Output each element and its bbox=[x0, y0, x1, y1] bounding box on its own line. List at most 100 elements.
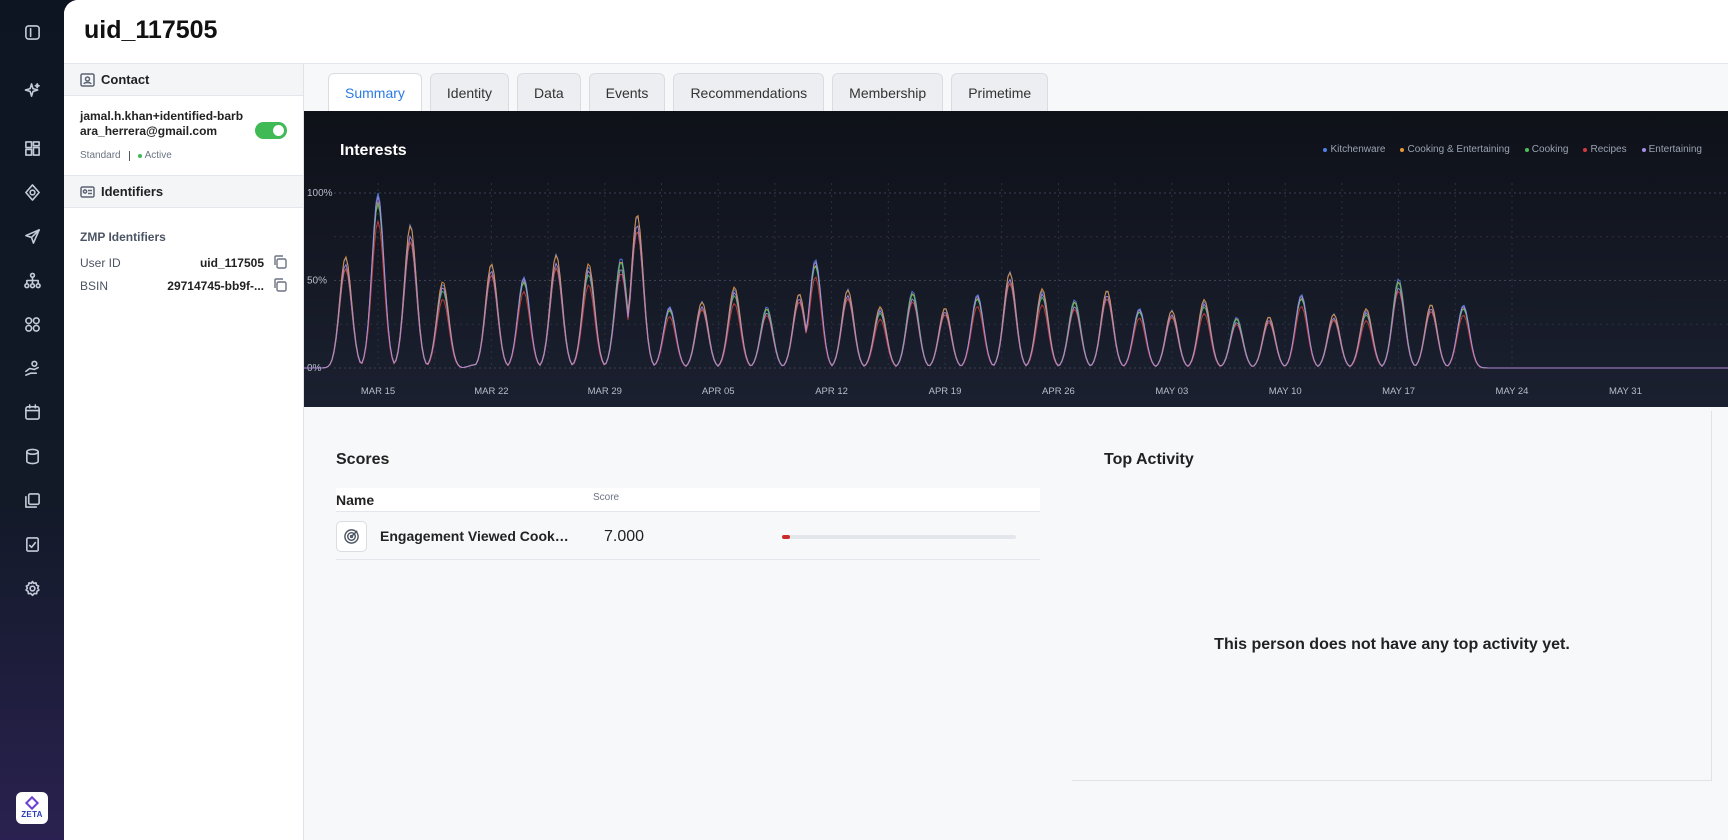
settings-icon[interactable] bbox=[20, 576, 44, 600]
x-tick-label: MAY 10 bbox=[1269, 386, 1302, 397]
contact-email: jamal.h.khan+identified-barbara_herrera@… bbox=[80, 109, 244, 138]
tab-recommendations[interactable]: Recommendations bbox=[673, 73, 825, 111]
tab-identity[interactable]: Identity bbox=[429, 73, 510, 111]
tab-events[interactable]: Events bbox=[588, 73, 666, 111]
calendar-icon[interactable] bbox=[20, 400, 44, 424]
contact-section-header: Contact bbox=[64, 64, 303, 96]
legend-label: Recipes bbox=[1590, 144, 1627, 155]
legend-item[interactable]: Kitchenware bbox=[1323, 144, 1385, 155]
contact-card: jamal.h.khan+identified-barbara_herrera@… bbox=[64, 96, 303, 176]
dashboard-icon[interactable] bbox=[20, 136, 44, 160]
legend-swatch bbox=[1583, 147, 1588, 152]
id-card-icon bbox=[80, 185, 95, 199]
identifiers-section-header: Identifiers bbox=[64, 176, 303, 208]
top-activity-empty-message: This person does not have any top activi… bbox=[1214, 636, 1570, 653]
logo-mark bbox=[24, 795, 40, 810]
page-header: uid_117505 bbox=[64, 0, 1728, 64]
chart-legend: Kitchenware Cooking & Entertaining Cooking… bbox=[1308, 144, 1702, 155]
series-line-entertaining bbox=[304, 196, 1728, 369]
contact-status: Active bbox=[144, 150, 172, 161]
table-row[interactable]: Engagement Viewed Cookwa... 7.000 bbox=[336, 512, 1040, 560]
x-tick-label: MAY 17 bbox=[1382, 386, 1415, 397]
legend-item[interactable]: Cooking bbox=[1524, 144, 1569, 155]
nav-rail: ZETA bbox=[0, 0, 64, 840]
profile-sidebar: Contact jamal.h.khan+identified-barbara_… bbox=[64, 64, 304, 840]
report-icon[interactable] bbox=[20, 532, 44, 556]
profile-tabs: Summary Identity Data Events Recommendat… bbox=[328, 73, 1056, 111]
x-tick-label: APR 05 bbox=[702, 386, 735, 397]
legend-swatch bbox=[1400, 147, 1405, 152]
target-score-icon bbox=[336, 521, 367, 552]
x-tick-label: MAY 03 bbox=[1155, 386, 1188, 397]
copy-icon[interactable] bbox=[272, 254, 288, 270]
audiences-icon[interactable] bbox=[20, 312, 44, 336]
contact-enabled-toggle[interactable] bbox=[255, 122, 287, 139]
tab-membership[interactable]: Membership bbox=[832, 73, 944, 111]
legend-label: Cooking & Entertaining bbox=[1407, 144, 1510, 155]
identifier-key: User ID bbox=[80, 256, 121, 270]
hierarchy-icon[interactable] bbox=[20, 268, 44, 292]
series-line-recipes bbox=[304, 220, 1728, 369]
series-line-cooking bbox=[304, 203, 1728, 369]
x-tick-label: MAY 24 bbox=[1496, 386, 1529, 397]
identifier-row-user-id: User ID uid_117505 bbox=[80, 254, 288, 272]
chart-grid bbox=[334, 183, 1728, 369]
hand-money-icon[interactable] bbox=[20, 356, 44, 380]
tab-data[interactable]: Data bbox=[517, 73, 581, 111]
x-tick-label: MAY 31 bbox=[1609, 386, 1642, 397]
series-line-cooking-entertaining bbox=[304, 201, 1728, 369]
scores-table-header: Name Score bbox=[336, 488, 1040, 512]
sparkle-icon[interactable] bbox=[20, 78, 44, 102]
legend-item[interactable]: Recipes bbox=[1583, 144, 1627, 155]
x-tick-label: APR 12 bbox=[815, 386, 848, 397]
y-tick-label: 50% bbox=[307, 276, 327, 287]
legend-swatch bbox=[1524, 147, 1529, 152]
identifier-value: uid_117505 bbox=[199, 256, 264, 270]
x-tick-label: MAR 29 bbox=[588, 386, 622, 397]
sidebar-toggle-icon[interactable] bbox=[20, 20, 44, 44]
x-tick-label: APR 26 bbox=[1042, 386, 1075, 397]
interests-chart: Interests 100% 50% 0% MAR 15 MAR 22 MAR 29 APR… bbox=[304, 111, 1728, 407]
score-bar-fill bbox=[782, 535, 791, 539]
identifier-value: 29714745-bb9f-... bbox=[167, 279, 264, 293]
identifiers-section-label: Identifiers bbox=[101, 184, 164, 199]
target-icon[interactable] bbox=[20, 180, 44, 204]
tab-primetime[interactable]: Primetime bbox=[951, 73, 1049, 111]
meta-divider bbox=[128, 150, 130, 161]
legend-item[interactable]: Cooking & Entertaining bbox=[1400, 144, 1510, 155]
legend-label: Cooking bbox=[1531, 144, 1569, 155]
copy-icon[interactable] bbox=[272, 277, 288, 293]
zeta-logo[interactable]: ZETA bbox=[16, 792, 48, 824]
score-bar bbox=[782, 535, 1016, 539]
legend-swatch bbox=[1641, 147, 1646, 152]
status-dot-icon bbox=[137, 153, 142, 158]
identifier-key: BSIN bbox=[80, 279, 109, 293]
col-score: Score bbox=[593, 492, 620, 503]
score-value: 7.000 bbox=[604, 528, 645, 545]
legend-label: Entertaining bbox=[1648, 144, 1702, 155]
score-name: Engagement Viewed Cookwa... bbox=[380, 528, 576, 544]
x-tick-label: APR 19 bbox=[929, 386, 962, 397]
legend-swatch bbox=[1323, 147, 1328, 152]
chart-title: Interests bbox=[340, 142, 407, 159]
page-title: uid_117505 bbox=[84, 16, 218, 44]
main-panel: uid_117505 Contact jamal.h.khan+identifi… bbox=[64, 0, 1728, 840]
contact-plan: Standard bbox=[80, 150, 121, 161]
contact-card-icon bbox=[80, 72, 95, 87]
legend-item[interactable]: Entertaining bbox=[1641, 144, 1702, 155]
identifiers-list: ZMP Identifiers User ID uid_117505 BSIN … bbox=[64, 208, 303, 328]
y-tick-label: 100% bbox=[307, 188, 333, 199]
logo-text: ZETA bbox=[21, 809, 43, 819]
x-tick-label: MAR 15 bbox=[361, 386, 395, 397]
contact-section-label: Contact bbox=[101, 72, 150, 87]
library-icon[interactable] bbox=[20, 488, 44, 512]
tab-summary[interactable]: Summary bbox=[328, 73, 422, 111]
zmp-identifiers-label: ZMP Identifiers bbox=[80, 230, 166, 244]
app-window: ZETA uid_117505 Contact jamal.h.khan+ide… bbox=[0, 0, 1728, 840]
send-icon[interactable] bbox=[20, 224, 44, 248]
col-name: Name bbox=[336, 492, 375, 508]
x-tick-label: MAR 22 bbox=[474, 386, 508, 397]
interests-chart-svg: Interests 100%50%0%MAR 15 MAR 22 MAR 29 APR… bbox=[304, 142, 1728, 397]
database-icon[interactable] bbox=[20, 444, 44, 468]
identifier-row-bsin: BSIN 29714745-bb9f-... bbox=[80, 277, 288, 295]
